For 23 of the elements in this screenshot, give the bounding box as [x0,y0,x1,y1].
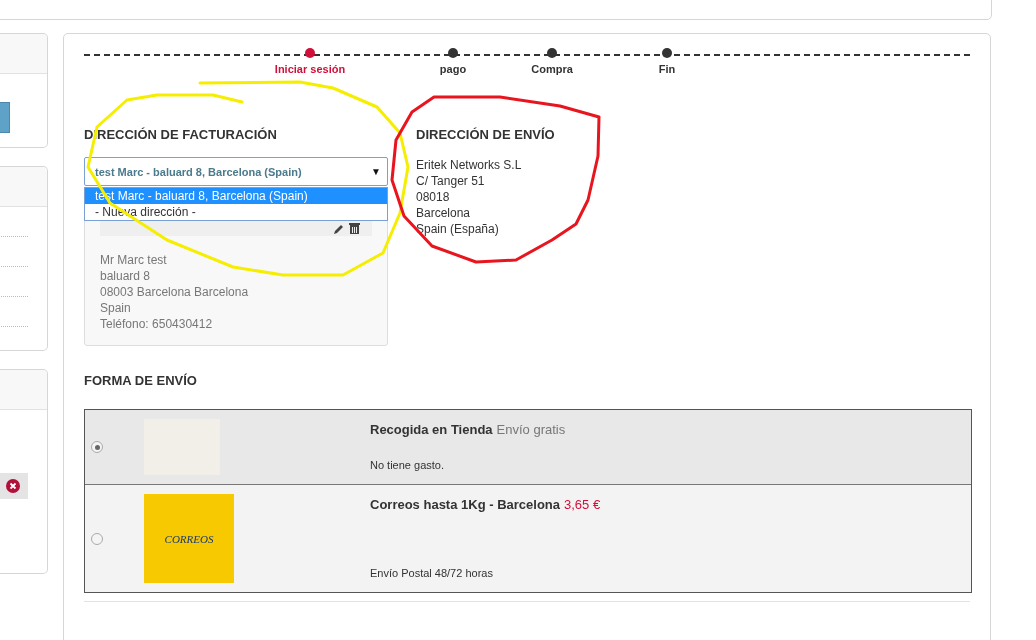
address-line: Spain (España) [416,221,500,237]
option-name: Correos hasta 1Kg - Barcelona [370,497,560,512]
option-description: No tiene gasto. [370,459,445,471]
option-price: Envío gratis [496,422,566,437]
step-label: Compra [531,63,573,75]
address-line: Mr Marc test [100,252,168,268]
section-heading: DIRECCIÓN DE ENVÍO [416,127,555,142]
section-heading: FORMA DE ENVÍO [84,373,198,388]
address-line: 08003 Barcelona Barcelona [100,284,250,300]
option-price: 3,65 € [564,497,601,512]
address-line: Eritek Networks S.L [416,157,523,173]
step-label: pago [439,63,467,75]
option-description: Envío Postal 48/72 horas [370,567,494,579]
address-line: baluard 8 [100,268,152,284]
address-line: C/ Tanger 51 [416,173,486,189]
address-line: Barcelona [416,205,472,221]
address-line: Teléfono: 650430412 [100,316,214,332]
carrier-logo: CORREOS [144,494,234,583]
step-label: Fin [658,63,676,75]
address-line: 08018 [416,189,451,205]
option-name: Recogida en Tienda [370,422,493,437]
step-label: Iniciar sesión [274,63,346,75]
address-line: Spain [100,300,132,316]
